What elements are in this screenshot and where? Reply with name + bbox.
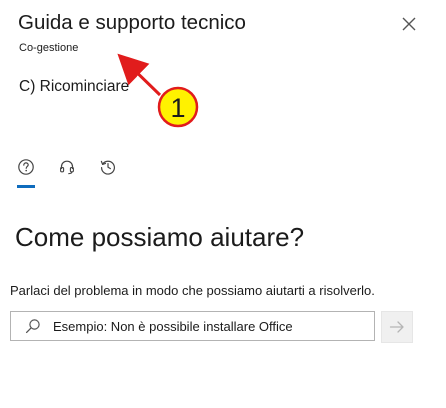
section-label: C) Ricominciare [19, 78, 130, 95]
history-icon [100, 160, 115, 175]
arrow-right-icon [389, 321, 404, 333]
panel-title: Guida e supporto tecnico [18, 11, 246, 34]
close-button[interactable] [400, 15, 418, 33]
search-box[interactable] [10, 311, 375, 341]
tab-help[interactable] [15, 156, 37, 178]
headset-icon [60, 160, 74, 175]
annotation-badge: 1 [157, 86, 199, 128]
tab-contact-support[interactable] [56, 156, 78, 178]
search-input[interactable] [53, 318, 353, 334]
help-description: Parlaci del problema in modo che possiam… [10, 283, 375, 298]
tab-history[interactable] [97, 156, 119, 178]
close-icon [402, 17, 416, 31]
panel-subtitle: Co-gestione [19, 42, 79, 54]
tab-selected-indicator [17, 185, 35, 188]
search-icon [25, 319, 40, 334]
annotation-badge-number: 1 [170, 93, 185, 123]
search-submit-button[interactable] [381, 311, 413, 343]
help-circle-icon [18, 159, 34, 175]
help-heading: Come possiamo aiutare? [15, 222, 305, 252]
